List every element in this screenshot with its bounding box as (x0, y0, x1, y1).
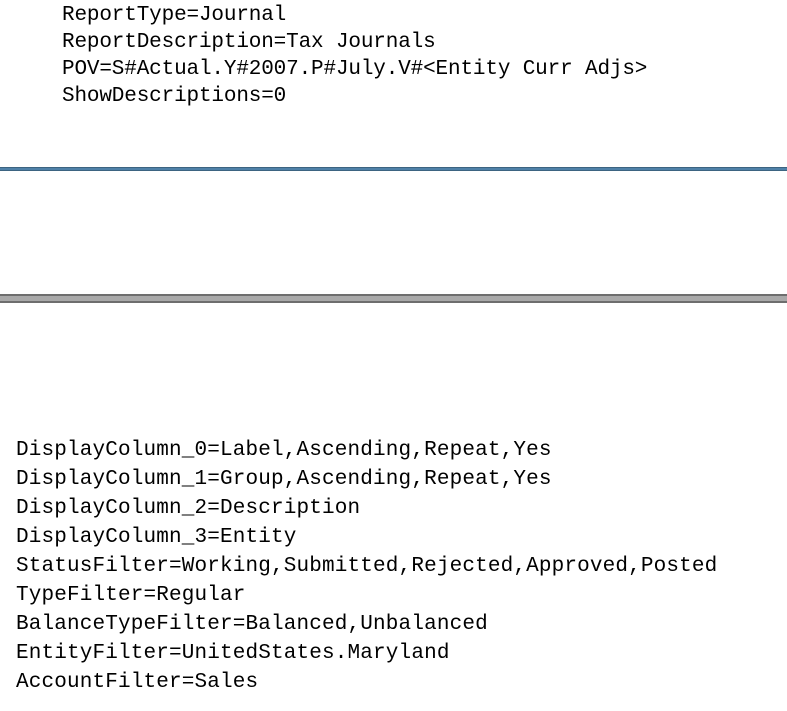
config-line-display-column-3: DisplayColumn_3=Entity (16, 526, 297, 549)
config-line-display-column-1: DisplayColumn_1=Group,Ascending,Repeat,Y… (16, 468, 552, 491)
thin-blue-rule (0, 167, 787, 171)
config-line-display-column-0: DisplayColumn_0=Label,Ascending,Repeat,Y… (16, 439, 552, 462)
config-line-balance-type-filter: BalanceTypeFilter=Balanced,Unbalanced (16, 613, 488, 636)
config-line-entity-filter: EntityFilter=UnitedStates.Maryland (16, 642, 450, 665)
config-line-type-filter: TypeFilter=Regular (16, 584, 246, 607)
display-column-and-filter-settings-block: DisplayColumn_0=Label,Ascending,Repeat,Y… (16, 436, 786, 697)
config-line-account-filter: AccountFilter=Sales (16, 671, 259, 694)
config-line-pov: POV=S#Actual.Y#2007.P#July.V#<Entity Cur… (62, 58, 648, 81)
config-line-show-descriptions: ShowDescriptions=0 (62, 85, 287, 108)
config-line-status-filter: StatusFilter=Working,Submitted,Rejected,… (16, 555, 718, 578)
config-line-display-column-2: DisplayColumn_2=Description (16, 497, 361, 520)
thick-gray-rule (0, 294, 787, 303)
config-line-report-description: ReportDescription=Tax Journals (62, 31, 436, 54)
config-line-report-type: ReportType=Journal (62, 4, 287, 27)
document-page: ReportType=Journal ReportDescription=Tax… (0, 0, 787, 711)
report-definition-settings-block: ReportType=Journal ReportDescription=Tax… (62, 2, 762, 110)
